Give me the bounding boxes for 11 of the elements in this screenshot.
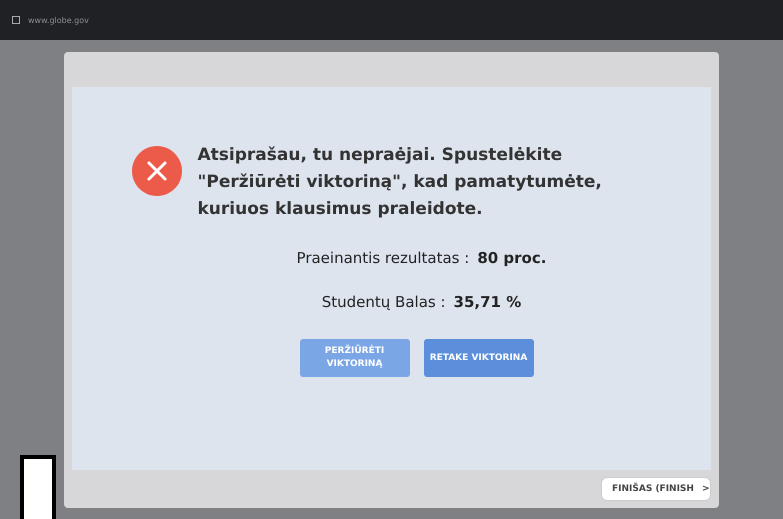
error-x-icon — [132, 146, 182, 196]
retake-quiz-button[interactable]: RETAKE VIKTORINA — [424, 339, 534, 377]
score-label: Studentų Balas : — [322, 293, 446, 311]
score-value: 80 proc. — [477, 249, 546, 267]
review-quiz-button[interactable]: PERŽIŪRĖTI VIKTORINĄ — [300, 339, 410, 377]
score-label: Praeinantis rezultatas : — [296, 249, 470, 267]
finish-button[interactable]: FINIŠAS (FINISH > — [601, 477, 711, 501]
address-bar-url[interactable]: www.globe.gov — [28, 16, 89, 24]
outlined-rectangle — [20, 455, 56, 519]
fail-message: Atsiprašau, tu nepraėjai. Spustelėkite "Peržiūrėti viktoriną", kad pamatytumėte, kuriuos klausimus praleidote. — [198, 144, 603, 221]
score-value: 35,71 % — [454, 293, 522, 311]
